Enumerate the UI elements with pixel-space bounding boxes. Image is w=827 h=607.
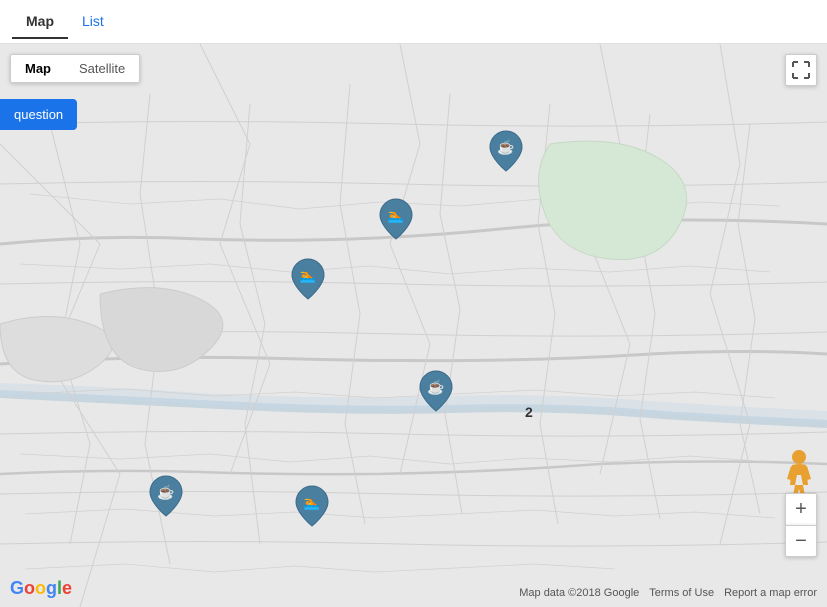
terms-of-use-link[interactable]: Terms of Use	[649, 587, 714, 599]
question-label: question	[14, 107, 63, 122]
svg-text:☕: ☕	[497, 138, 514, 156]
svg-text:☕: ☕	[427, 378, 444, 396]
zoom-out-button[interactable]: −	[785, 525, 817, 557]
question-button[interactable]: question	[0, 99, 77, 130]
pin-coffee-3[interactable]: ☕	[148, 474, 184, 518]
tab-list[interactable]: List	[68, 5, 118, 39]
map-footer: Map data ©2018 Google Terms of Use Repor…	[519, 587, 817, 599]
svg-text:☕: ☕	[157, 483, 174, 501]
pin-swim-2[interactable]: 🏊	[290, 257, 326, 301]
pegman-control[interactable]	[785, 449, 817, 497]
zoom-in-button[interactable]: +	[785, 493, 817, 525]
pin-swim-1[interactable]: 🏊	[378, 197, 414, 241]
tab-map[interactable]: Map	[12, 5, 68, 39]
zoom-controls: + −	[785, 493, 817, 557]
map-type-toggle: Map Satellite	[10, 54, 140, 83]
svg-text:🏊: 🏊	[300, 268, 316, 283]
pin-coffee-2[interactable]: ☕	[418, 369, 454, 413]
map-background	[0, 44, 827, 607]
pin-swim-3[interactable]: 🏊	[294, 484, 330, 528]
map-type-satellite-button[interactable]: Satellite	[65, 55, 139, 82]
svg-text:🏊: 🏊	[304, 495, 320, 510]
fullscreen-icon	[792, 61, 810, 79]
map-type-map-button[interactable]: Map	[11, 55, 65, 82]
google-logo: Google	[10, 578, 72, 599]
fullscreen-button[interactable]	[785, 54, 817, 86]
map-data-text: Map data ©2018 Google	[519, 587, 639, 599]
cluster-badge[interactable]: 2	[525, 404, 533, 420]
map-container: Map Satellite question ☕ 🏊 🏊	[0, 44, 827, 607]
svg-text:🏊: 🏊	[388, 208, 404, 223]
report-map-error-link[interactable]: Report a map error	[724, 587, 817, 599]
top-navigation: Map List	[0, 0, 827, 44]
pin-coffee-1[interactable]: ☕	[488, 129, 524, 173]
